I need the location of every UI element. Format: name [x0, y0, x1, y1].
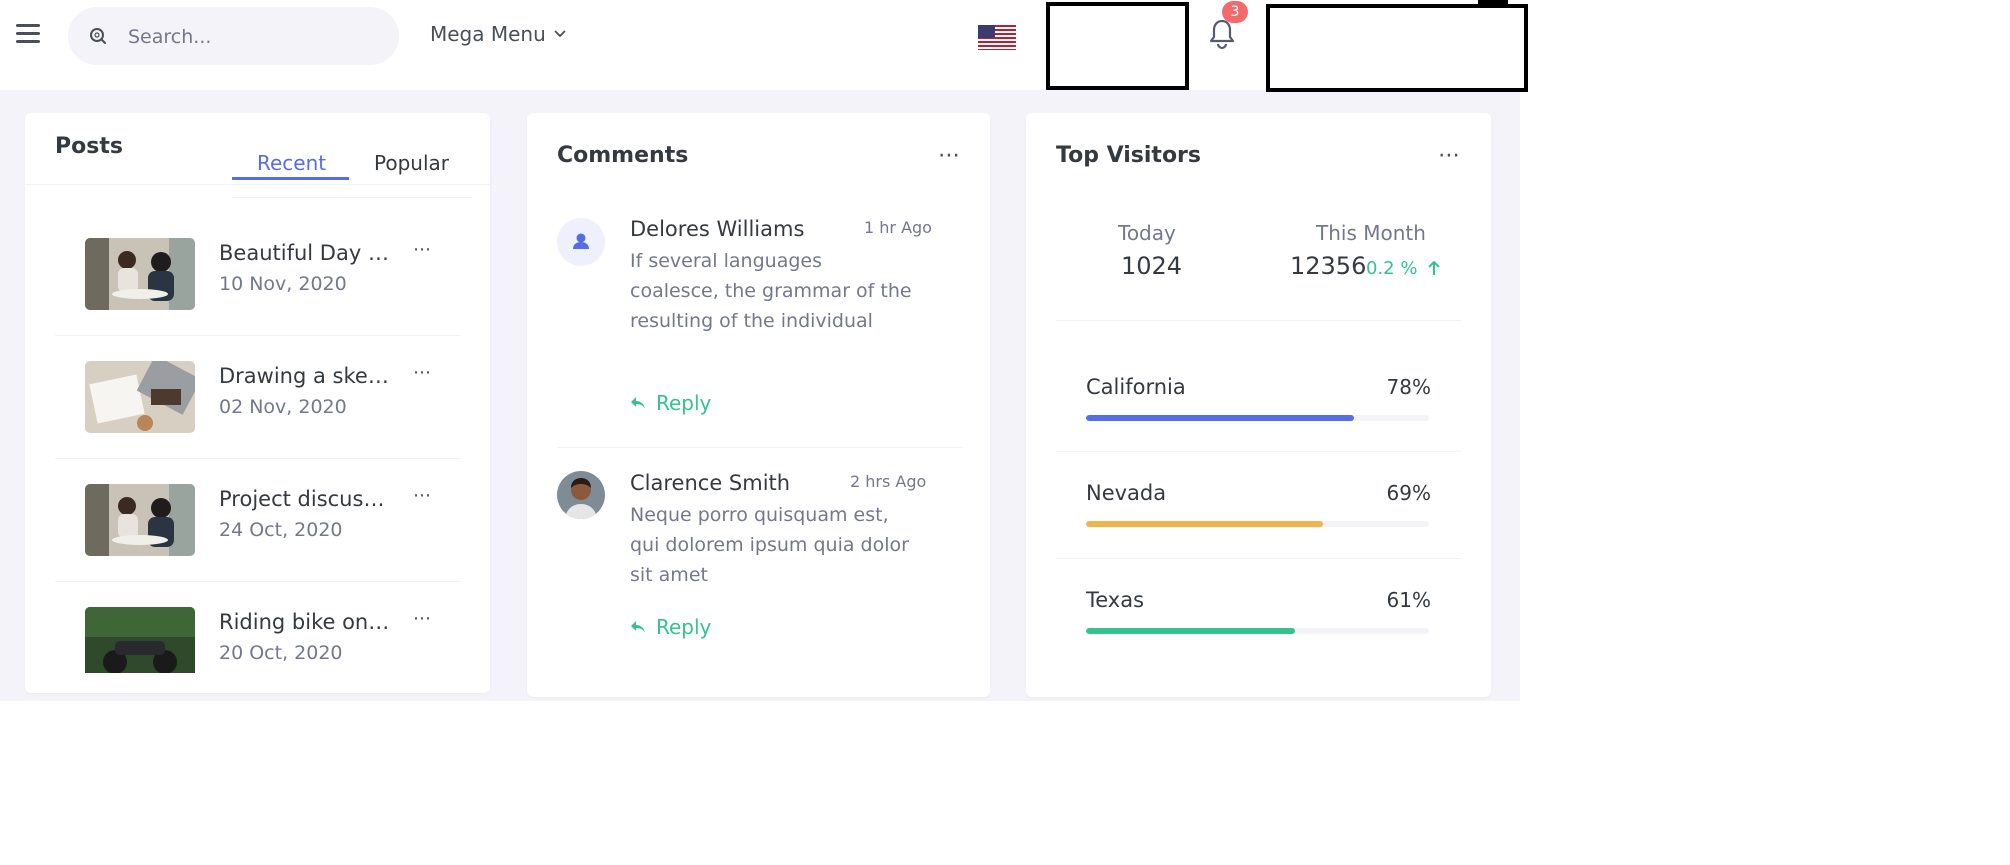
more-options-icon[interactable]: ⋯ — [938, 143, 961, 168]
post-thumbnail — [85, 607, 195, 673]
arrow-up-icon — [1428, 260, 1440, 275]
reply-button[interactable]: Reply — [630, 615, 711, 639]
us-flag-icon[interactable] — [978, 25, 1016, 50]
comment-time: 2 hrs Ago — [850, 472, 927, 491]
redacted-region — [1266, 4, 1528, 92]
post-date: 24 Oct, 2020 — [219, 519, 343, 541]
post-title: Beautiful Day with Friends — [219, 241, 394, 265]
comment-text: Neque porro quisquam est, qui dolorem ip… — [630, 504, 909, 586]
redacted-mark — [1478, 0, 1508, 4]
more-options-icon[interactable]: ⋯ — [413, 362, 432, 383]
tab-recent[interactable]: Recent — [257, 151, 326, 175]
post-tabs: Recent Popular — [232, 131, 472, 198]
comment-text: If several languages coalesce, the gramm… — [630, 250, 912, 332]
posts-list: Beautiful Day with Friends 10 Nov, 2020 … — [55, 213, 460, 673]
search-input[interactable] — [126, 7, 390, 67]
redacted-region — [1046, 2, 1189, 90]
comment-time: 1 hr Ago — [864, 218, 932, 237]
reply-icon — [631, 621, 645, 633]
comment-author: Clarence Smith — [630, 471, 791, 495]
progress-fill — [1086, 415, 1354, 421]
month-label: This Month — [1316, 221, 1426, 245]
top-visitors-card: Top Visitors ⋯ Today 1024 This Month 123… — [1026, 113, 1491, 697]
divider — [557, 447, 962, 448]
post-item[interactable]: Project discussion with team 24 Oct, 202… — [55, 459, 460, 582]
card-title: Comments — [557, 143, 689, 168]
more-options-icon[interactable]: ⋯ — [1438, 143, 1461, 168]
divider — [1056, 320, 1461, 321]
month-trend: 0.2 % — [1366, 258, 1418, 279]
more-options-icon[interactable]: ⋯ — [413, 239, 432, 260]
post-item[interactable]: Beautiful Day with Friends 10 Nov, 2020 … — [55, 213, 460, 336]
notification-badge: 3 — [1222, 1, 1248, 23]
more-options-icon[interactable]: ⋯ — [413, 485, 432, 506]
post-thumbnail — [85, 238, 195, 310]
state-name: Texas — [1086, 588, 1145, 612]
search-box — [68, 7, 399, 67]
topbar: Mega Menu 3 — [0, 0, 1528, 92]
comment-author: Delores Williams — [630, 217, 805, 241]
more-options-icon[interactable]: ⋯ — [413, 608, 432, 629]
post-thumbnail — [85, 361, 195, 433]
mega-menu-dropdown[interactable]: Mega Menu — [430, 22, 566, 46]
reply-icon — [631, 397, 645, 409]
card-title: Top Visitors — [1056, 143, 1201, 168]
post-date: 10 Nov, 2020 — [219, 273, 347, 295]
post-title: Drawing a sketch — [219, 364, 394, 388]
state-percent: 61% — [1386, 588, 1431, 612]
reply-label: Reply — [656, 615, 712, 639]
chevron-down-icon — [554, 30, 566, 38]
mega-menu-label: Mega Menu — [430, 22, 546, 46]
avatar — [557, 471, 605, 519]
comments-card: Comments ⋯ Delores Williams 1 hr Ago If … — [527, 113, 990, 697]
reply-label: Reply — [656, 391, 712, 415]
post-title: Riding bike on road — [219, 610, 394, 634]
state-percent: 78% — [1386, 375, 1431, 399]
post-item[interactable]: Drawing a sketch 02 Nov, 2020 ⋯ — [55, 336, 460, 459]
state-percent: 69% — [1386, 481, 1431, 505]
tab-popular[interactable]: Popular — [374, 151, 449, 175]
search-icon — [90, 28, 106, 44]
progress-bar — [1086, 628, 1429, 634]
user-icon — [557, 218, 605, 266]
post-thumbnail — [85, 484, 195, 556]
progress-bar — [1086, 415, 1429, 421]
progress-fill — [1086, 628, 1296, 634]
card-title: Posts — [55, 134, 123, 159]
progress-bar — [1086, 521, 1429, 527]
post-date: 02 Nov, 2020 — [219, 396, 347, 418]
today-label: Today — [1118, 221, 1176, 245]
post-title: Project discussion with team — [219, 487, 394, 511]
dashboard-page: Mega Menu 3 Posts Recent Popul — [0, 0, 1528, 701]
menu-toggle-icon[interactable] — [16, 24, 40, 46]
month-value: 12356 — [1290, 252, 1367, 280]
state-name: Nevada — [1086, 481, 1167, 505]
today-value: 1024 — [1121, 252, 1183, 280]
divider — [25, 184, 490, 185]
active-tab-indicator — [232, 177, 349, 180]
divider — [1056, 558, 1461, 559]
state-name: California — [1086, 375, 1186, 399]
post-item[interactable]: Riding bike on road 20 Oct, 2020 ⋯ — [55, 582, 460, 673]
posts-card: Posts Recent Popular Beautiful Day wi 10… — [25, 113, 490, 693]
divider — [1056, 451, 1461, 452]
post-date: 20 Oct, 2020 — [219, 642, 343, 664]
reply-button[interactable]: Reply — [630, 391, 711, 415]
progress-fill — [1086, 521, 1323, 527]
